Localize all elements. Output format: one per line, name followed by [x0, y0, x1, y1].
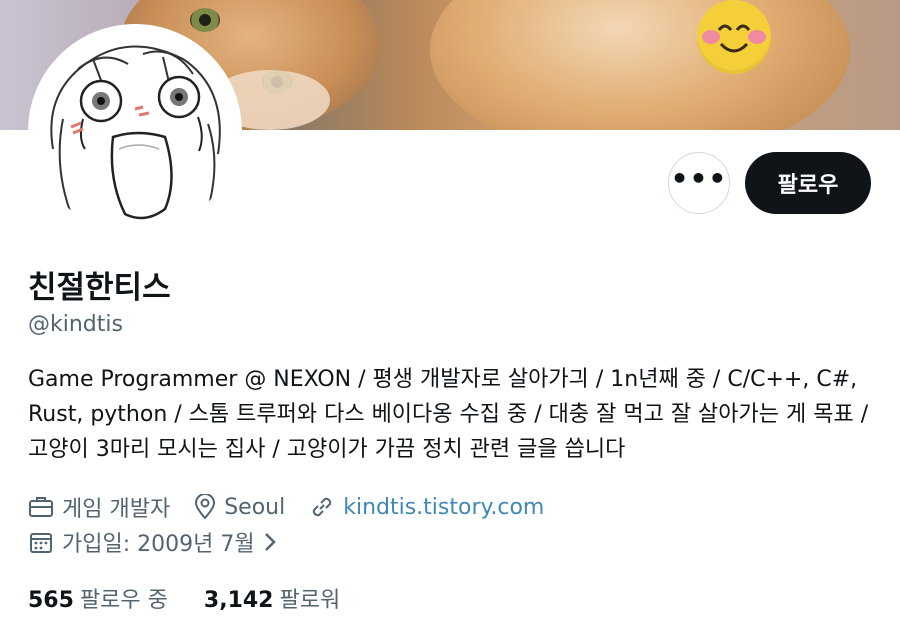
category-item: 게임 개발자: [28, 491, 170, 523]
following-label: 팔로우 중: [79, 588, 168, 613]
joined-row[interactable]: 가입일: 2009년 7월: [28, 527, 279, 557]
followers-count: 3,142: [203, 588, 274, 613]
location-label: Seoul: [224, 494, 286, 520]
following-count: 565: [28, 588, 74, 613]
website-item[interactable]: kindtis.tistory.com: [309, 494, 544, 520]
profile-meta: 게임 개발자 Seoul kindtis.tistory.com: [28, 492, 568, 522]
smiley-sticker-icon: [697, 0, 771, 74]
map-pin-icon: [195, 494, 216, 520]
calendar-icon: [30, 533, 52, 553]
category-label: 게임 개발자: [62, 497, 171, 522]
joined-date: 가입일: 2009년 7월: [62, 532, 255, 557]
profile-bio: Game Programmer @ NEXON / 평생 개발자로 살아가긔 /…: [28, 367, 869, 462]
follow-button[interactable]: 팔로우: [745, 152, 871, 214]
link-icon: [313, 497, 332, 517]
chevron-right-icon[interactable]: [261, 531, 279, 553]
user-handle: @kindtis: [28, 312, 123, 337]
more-options-button[interactable]: •••: [668, 152, 730, 214]
more-horizontal-icon: •••: [670, 162, 728, 195]
profile-avatar[interactable]: [28, 24, 242, 238]
follow-stats: 565 팔로우 중 3,142 팔로워: [28, 582, 376, 614]
briefcase-icon: [29, 497, 53, 517]
website-link[interactable]: kindtis.tistory.com: [343, 495, 544, 520]
location-item: Seoul: [194, 494, 285, 520]
followers-stat[interactable]: 3,142 팔로워: [204, 582, 340, 614]
followers-label: 팔로워: [279, 588, 341, 613]
display-name: 친절한티스: [28, 270, 171, 306]
banner-cat-right: [430, 0, 850, 130]
following-stat[interactable]: 565 팔로우 중: [28, 582, 168, 614]
